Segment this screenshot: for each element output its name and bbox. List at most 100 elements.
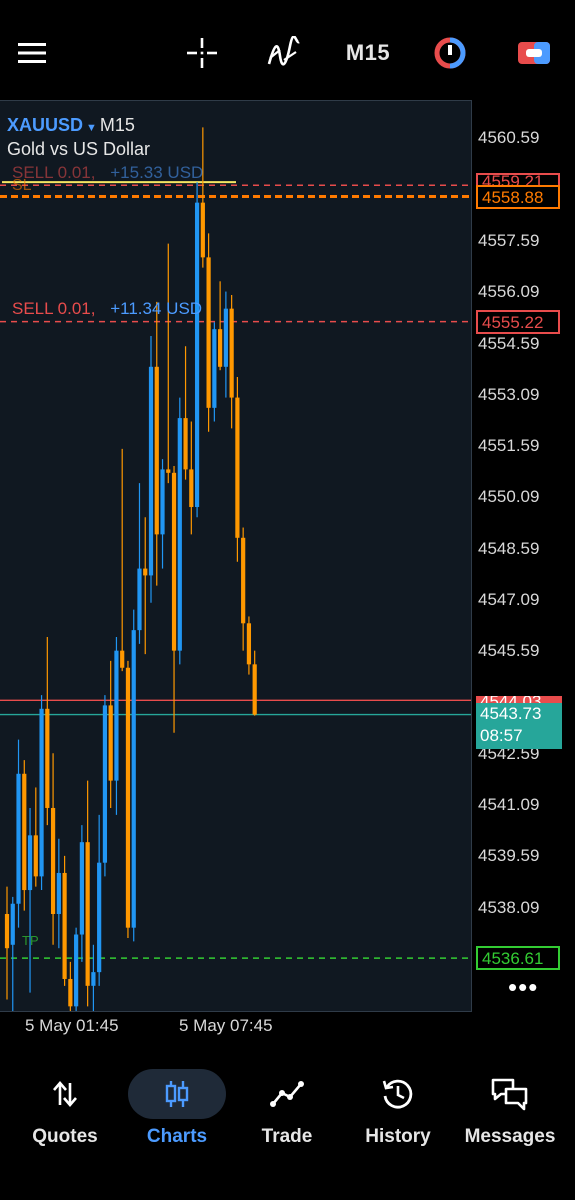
symbol-dropdown-icon: ▼ (86, 122, 97, 134)
chart-symbol-header[interactable]: XAUUSD ▼ M15 (7, 115, 135, 136)
bullish-candle (91, 972, 96, 986)
candlestick-chart (0, 127, 471, 1011)
timeframe-label: M15 (345, 40, 391, 65)
tab-label: Trade (261, 1126, 313, 1147)
bullish-candle (79, 842, 84, 935)
bullish-candle (74, 934, 79, 1007)
tab-trade[interactable]: Trade (232, 1070, 342, 1160)
price-tick: 4547.09 (478, 590, 540, 609)
time-axis: 5 May 01:45 5 May 07:45 (0, 1012, 472, 1040)
crosshair-icon[interactable] (182, 30, 222, 76)
bullish-candle (148, 366, 154, 576)
bullish-candle (160, 469, 165, 535)
chart-plot[interactable]: XAUUSD ▼ M15 Gold vs US Dollar SELL 0.01, … (0, 100, 472, 1012)
top-toolbar: M15 (0, 0, 575, 100)
bullish-candle (137, 568, 142, 631)
price-tick: 4548.59 (478, 539, 540, 558)
bearish-candle (85, 842, 90, 986)
chart-timeframe: M15 (99, 115, 135, 135)
bullish-candle (39, 708, 44, 877)
price-tick: 4539.59 (478, 846, 540, 865)
price-tick: 4538.09 (478, 898, 540, 917)
bullish-candle (177, 418, 182, 651)
bearish-candle (229, 308, 234, 398)
tab-charts[interactable]: Charts (122, 1070, 232, 1160)
price-tick: 4545.59 (478, 641, 540, 660)
tab-label: Charts (146, 1126, 208, 1147)
bid-price: 4543.73 (480, 704, 542, 723)
price-tick: 4541.09 (478, 795, 540, 814)
price-tick: 4551.59 (478, 436, 540, 455)
bullish-candle (194, 202, 200, 508)
messages-icon (455, 1070, 565, 1118)
bearish-candle (4, 913, 10, 949)
bearish-candle (183, 418, 188, 470)
bullish-candle (131, 630, 136, 928)
symbol-name: XAUUSD (7, 115, 84, 135)
trade-line-icon (232, 1070, 342, 1118)
bid-price-badge: 4543.73 08:57 (476, 703, 562, 749)
price-tick: 4560.59 (478, 128, 540, 147)
bullish-candle (223, 308, 228, 367)
tab-label: Quotes (32, 1126, 98, 1147)
chart-area[interactable]: XAUUSD ▼ M15 Gold vs US Dollar SELL 0.01, … (0, 100, 575, 1040)
bearish-candle (166, 469, 171, 473)
bar-countdown: 08:57 (480, 726, 523, 745)
bearish-candle (45, 708, 50, 808)
one-click-trading-icon[interactable] (514, 30, 554, 76)
bearish-candle (62, 872, 67, 979)
order-label-tp[interactable]: TP (22, 933, 39, 948)
objects-icon[interactable] (430, 30, 470, 76)
candlestick-icon (122, 1070, 232, 1118)
symbol-description: Gold vs US Dollar (7, 139, 151, 159)
tab-messages[interactable]: Messages (455, 1070, 565, 1160)
bullish-candle (56, 872, 61, 914)
order-type: SELL 0.01, (12, 299, 96, 318)
tab-history[interactable]: History (343, 1070, 453, 1160)
price-axis[interactable]: 4560.59 4557.59 4556.09 4554.59 4553.09 … (472, 100, 575, 1012)
order-label-sell-2[interactable]: SELL 0.01, +11.34 USD (12, 299, 202, 319)
bearish-candle (50, 807, 56, 914)
bearish-candle (108, 705, 113, 781)
tab-label: Messages (464, 1126, 556, 1147)
history-clock-icon (343, 1070, 453, 1118)
bearish-candle (120, 650, 125, 668)
order-profit: +15.33 USD (110, 163, 204, 182)
bullish-candle (97, 862, 102, 973)
order-profit: +11.34 USD (110, 299, 203, 318)
bearish-candle (246, 623, 252, 665)
order-label-sl[interactable]: SL (12, 177, 32, 195)
bearish-candle (189, 469, 194, 508)
bearish-candle (125, 667, 131, 928)
bullish-candle (212, 329, 217, 408)
bearish-candle (200, 202, 205, 258)
tab-quotes[interactable]: Quotes (10, 1070, 120, 1160)
price-tick: 4557.59 (478, 231, 540, 250)
take-profit-badge: 4536.61 (476, 946, 560, 970)
bearish-candle (252, 664, 257, 715)
indicators-icon[interactable] (264, 30, 304, 76)
price-tick: 4550.09 (478, 487, 540, 506)
bearish-candle (143, 568, 148, 576)
bullish-candle (27, 835, 33, 891)
bearish-candle (154, 366, 159, 535)
price-tick: 4556.09 (478, 282, 540, 301)
sell-entry-badge: 4555.22 (476, 310, 560, 334)
bearish-candle (218, 329, 223, 367)
bearish-candle (235, 397, 240, 538)
price-tick: 4554.59 (478, 334, 540, 353)
order-label-sell-1[interactable]: SELL 0.01, +15.33 USD (12, 163, 203, 183)
bearish-candle (22, 773, 27, 891)
bottom-navigation: Quotes Charts Trade History Messages (0, 1040, 575, 1200)
hamburger-menu-icon[interactable] (12, 30, 52, 76)
time-label: 5 May 01:45 (25, 1016, 119, 1035)
bearish-candle (68, 978, 73, 1007)
bearish-candle (241, 537, 246, 624)
more-options-icon[interactable]: ••• (508, 972, 538, 1003)
bearish-candle (171, 472, 177, 651)
timeframe-button[interactable]: M15 (338, 30, 398, 76)
bullish-candle (102, 705, 108, 863)
quotes-arrows-icon (10, 1070, 120, 1118)
bullish-candle (10, 903, 15, 945)
stop-loss-badge: 4558.88 (476, 185, 560, 209)
